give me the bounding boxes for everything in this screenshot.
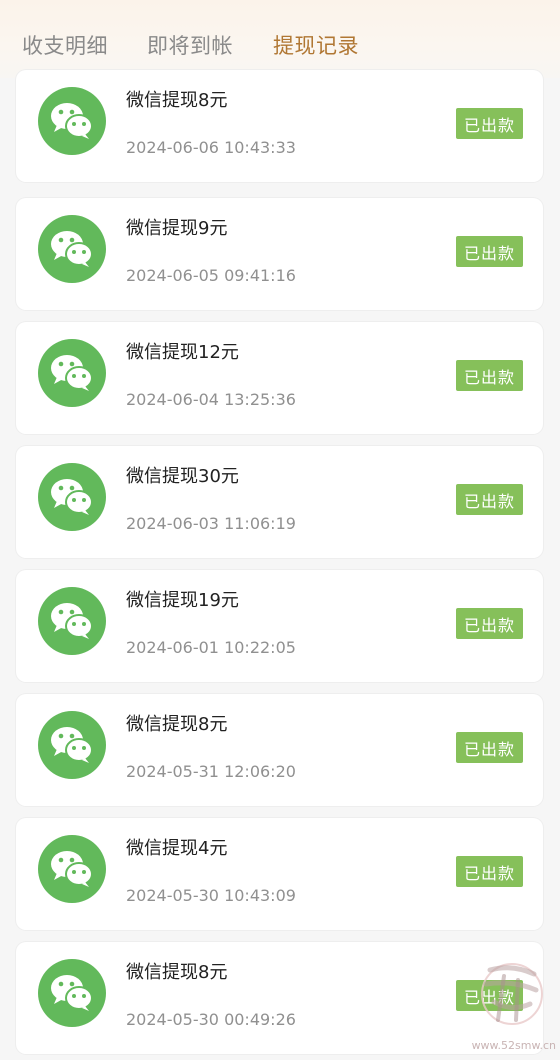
wechat-icon [38,959,106,1027]
record-title: 微信提现8元 [126,714,228,735]
record-title: 微信提现4元 [126,838,228,859]
tab-income-expense[interactable]: 收支明细 [22,30,108,60]
record-time: 2024-05-30 00:49:26 [126,1010,296,1029]
status-badge: 已出款 [456,856,523,887]
record-time: 2024-05-30 10:43:09 [126,886,296,905]
wechat-icon [38,339,106,407]
status-badge: 已出款 [456,608,523,639]
record-card[interactable]: 微信提现8元 2024-06-06 10:43:33 已出款 [16,70,543,182]
record-title: 微信提现19元 [126,590,239,611]
record-time: 2024-06-01 10:22:05 [126,638,296,657]
record-card[interactable]: 微信提现12元 2024-06-04 13:25:36 已出款 [16,322,543,434]
tab-withdraw-records[interactable]: 提现记录 [273,30,359,60]
record-title: 微信提现12元 [126,342,239,363]
record-time: 2024-06-04 13:25:36 [126,390,296,409]
wechat-icon [38,463,106,531]
status-badge: 已出款 [456,980,523,1011]
record-card[interactable]: 微信提现30元 2024-06-03 11:06:19 已出款 [16,446,543,558]
record-title: 微信提现8元 [126,962,228,983]
record-card[interactable]: 微信提现8元 2024-05-31 12:06:20 已出款 [16,694,543,806]
record-card[interactable]: 微信提现8元 2024-05-30 00:49:26 已出款 [16,942,543,1054]
record-card[interactable]: 微信提现4元 2024-05-30 10:43:09 已出款 [16,818,543,930]
record-time: 2024-06-05 09:41:16 [126,266,296,285]
record-card[interactable]: 微信提现9元 2024-06-05 09:41:16 已出款 [16,198,543,310]
wechat-icon [38,835,106,903]
record-time: 2024-06-03 11:06:19 [126,514,296,533]
status-badge: 已出款 [456,732,523,763]
status-badge: 已出款 [456,360,523,391]
record-title: 微信提现30元 [126,466,239,487]
record-title: 微信提现8元 [126,90,228,111]
status-badge: 已出款 [456,108,523,139]
tab-pending-arrival[interactable]: 即将到帐 [147,30,233,60]
record-card[interactable]: 微信提现19元 2024-06-01 10:22:05 已出款 [16,570,543,682]
record-title: 微信提现9元 [126,218,228,239]
record-time: 2024-05-31 12:06:20 [126,762,296,781]
wechat-icon [38,711,106,779]
wechat-icon [38,215,106,283]
wechat-icon [38,587,106,655]
status-badge: 已出款 [456,236,523,267]
wechat-icon [38,87,106,155]
tab-bar: 收支明细 即将到帐 提现记录 [0,0,560,78]
record-time: 2024-06-06 10:43:33 [126,138,296,157]
status-badge: 已出款 [456,484,523,515]
